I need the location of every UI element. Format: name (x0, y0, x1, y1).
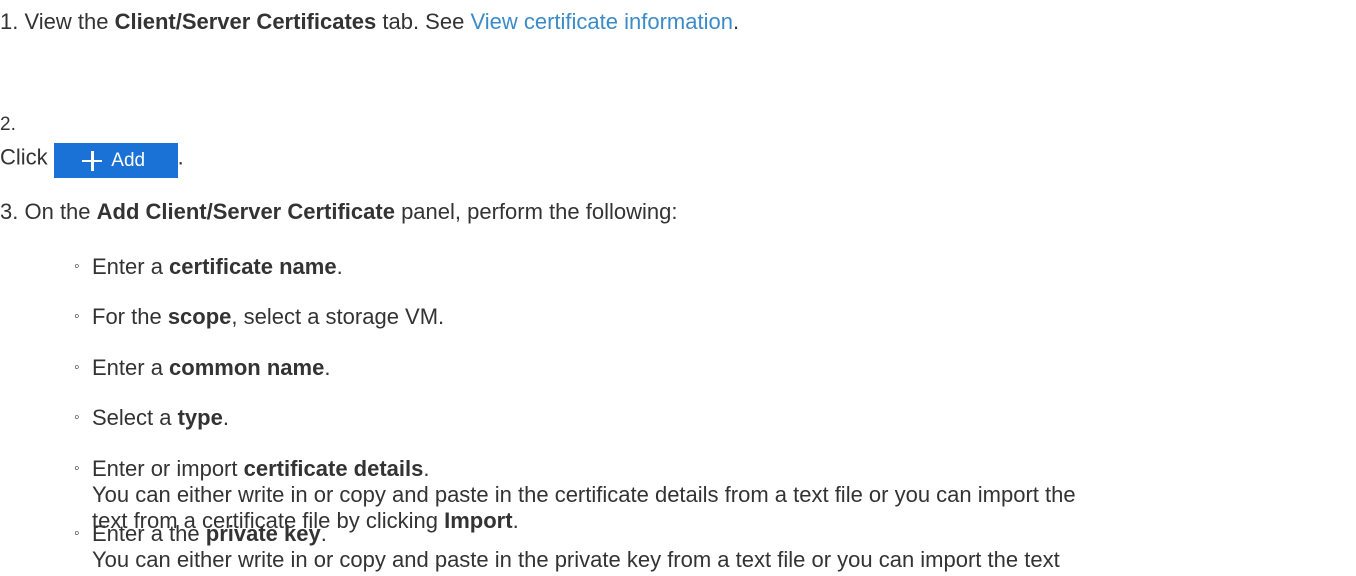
substep-certificate-name: Enter a certificate name. (92, 253, 343, 281)
substep-detail-line: You can either write in or copy and past… (92, 482, 1076, 507)
step-text: tab. See (376, 9, 471, 34)
step-text: On the (24, 199, 97, 224)
panel-name: Add Client/Server Certificate (96, 199, 395, 224)
substep-text: Enter or import (92, 456, 244, 481)
substep-private-key: Enter a the private key. (92, 520, 327, 548)
field-name: type (177, 405, 223, 430)
plus-icon (82, 150, 103, 171)
step-text: Click (0, 144, 48, 170)
step-text: . (732, 9, 740, 34)
bullet-icon: ◦ (74, 525, 80, 542)
step-number: 3. (0, 199, 19, 224)
step-text: View the (24, 9, 115, 34)
step-text: panel, perform the following: (394, 199, 678, 224)
add-button-label: Add (111, 149, 146, 171)
substep-text: . (324, 355, 331, 380)
step-number: 1. (0, 9, 19, 34)
substep-certificate-details: Enter or import certificate details. (92, 455, 429, 483)
substep-text: Enter a (92, 254, 170, 279)
substep-type: Select a type. (92, 404, 229, 432)
substep-text: Enter a the (92, 521, 206, 546)
add-button[interactable]: Add (53, 143, 178, 178)
substep-text: . (222, 405, 229, 430)
substep-text: . (336, 254, 343, 279)
field-name: common name (169, 355, 325, 380)
step-1: 1. View the Client/Server Certificates t… (0, 8, 739, 36)
step-3: 3. On the Add Client/Server Certificate … (0, 198, 677, 226)
substep-text: . (512, 508, 519, 533)
substep-detail-line: You can either write in or copy and past… (92, 547, 1060, 572)
bullet-icon: ◦ (74, 359, 80, 376)
substep-text: Enter a (92, 355, 170, 380)
substep-text: For the (92, 304, 168, 329)
substep-text: , select a storage VM. (231, 304, 445, 329)
bullet-icon: ◦ (74, 308, 80, 325)
view-certificate-information-link[interactable]: View certificate information (470, 9, 733, 34)
substep-text: . (423, 456, 430, 481)
field-name: certificate name (169, 254, 337, 279)
tab-name: Client/Server Certificates (114, 9, 377, 34)
bullet-icon: ◦ (74, 409, 80, 426)
import-label: Import (444, 508, 513, 533)
substep-common-name: Enter a common name. (92, 354, 330, 382)
bullet-icon: ◦ (74, 258, 80, 275)
substep-scope: For the scope, select a storage VM. (92, 303, 444, 331)
step-2: Click Add. (0, 143, 184, 178)
field-name: scope (167, 304, 232, 329)
bullet-icon: ◦ (74, 460, 80, 477)
step-number: 2. (0, 114, 16, 135)
field-name: private key (205, 521, 321, 546)
substep-text: . (320, 521, 327, 546)
substep-text: Select a (92, 405, 178, 430)
step-text: . (177, 144, 184, 170)
field-name: certificate details (243, 456, 424, 481)
